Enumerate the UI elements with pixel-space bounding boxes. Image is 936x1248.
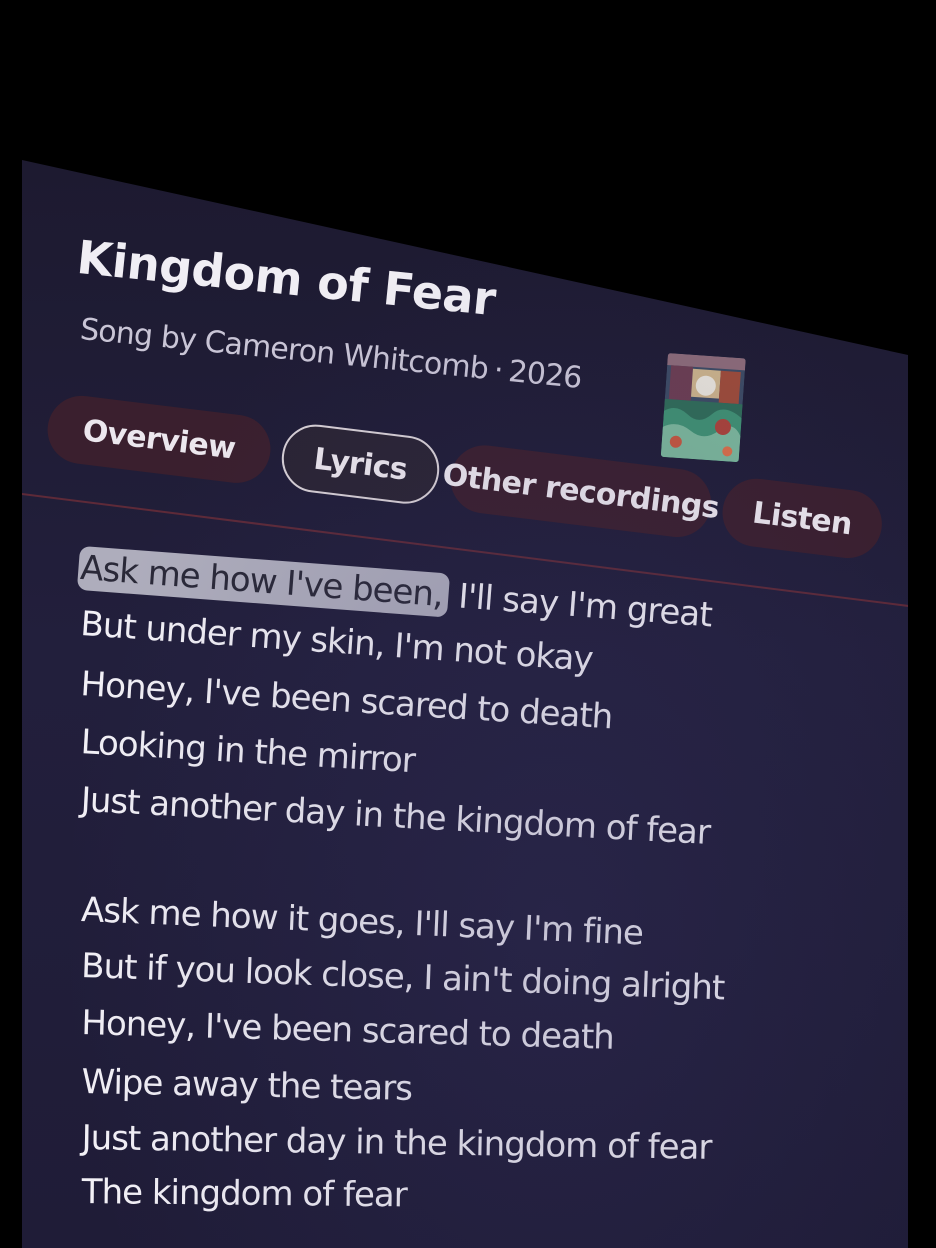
lyrics-body: Ask me how I've been, I'll say I'm great… xyxy=(22,160,908,1248)
lyric-line-rest: I'll say I'm great xyxy=(447,575,714,636)
lyric-line: Looking in the mirror xyxy=(79,722,416,782)
song-panel: Kingdom of Fear Song by Cameron Whitcomb… xyxy=(22,160,908,1248)
lyric-line: The kingdom of fear xyxy=(81,1172,407,1216)
lyric-line: Ask me how it goes, I'll say I'm fine xyxy=(80,890,644,954)
lyric-line: But if you look close, I ain't doing alr… xyxy=(80,946,725,1009)
lyric-line: Just another day in the kingdom of fear xyxy=(79,780,711,853)
lyric-line: Just another day in the kingdom of fear xyxy=(81,1118,712,1168)
lyric-line: Wipe away the tears xyxy=(81,1062,413,1109)
lyric-line: Honey, I've been scared to death xyxy=(80,1003,615,1058)
